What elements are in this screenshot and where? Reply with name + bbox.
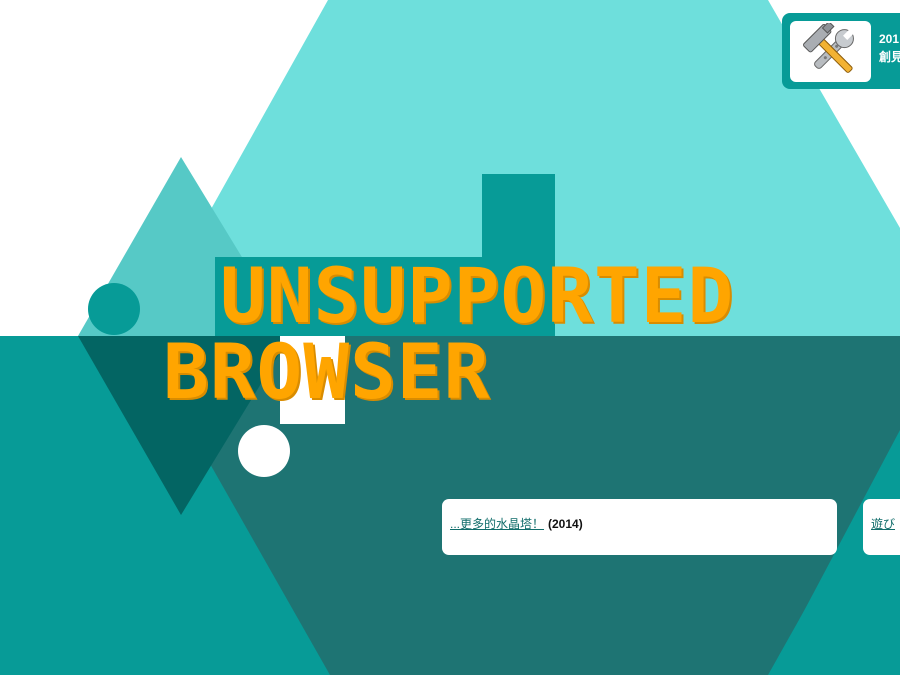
badge-text: 201 創見 [879, 30, 900, 66]
more-crystal-towers-link[interactable]: ...更多的水晶塔！ [450, 517, 544, 531]
teal-circle-shape [88, 283, 140, 335]
headline-unsupported: UNSUPPORTED [220, 251, 735, 340]
badge-line-1: 201 [879, 32, 900, 46]
hammer-wrench-icon [803, 23, 854, 73]
tool-badge[interactable]: 201 創見 [782, 13, 900, 89]
white-circle-shape [238, 425, 290, 477]
link-card: ...更多的水晶塔！ (2014) [442, 499, 837, 555]
headline-browser: BROWSER [163, 327, 491, 416]
badge-line-2: 創見 [879, 50, 900, 64]
unsupported-browser-page: UNSUPPORTED BROWSER 201 創見 ...更多的水晶塔！ (2… [0, 0, 900, 675]
tool-icon-container [790, 21, 871, 82]
asobi-link[interactable]: 遊び [871, 517, 895, 531]
link-card: 遊び [863, 499, 900, 555]
card-year: (2014) [548, 517, 583, 531]
